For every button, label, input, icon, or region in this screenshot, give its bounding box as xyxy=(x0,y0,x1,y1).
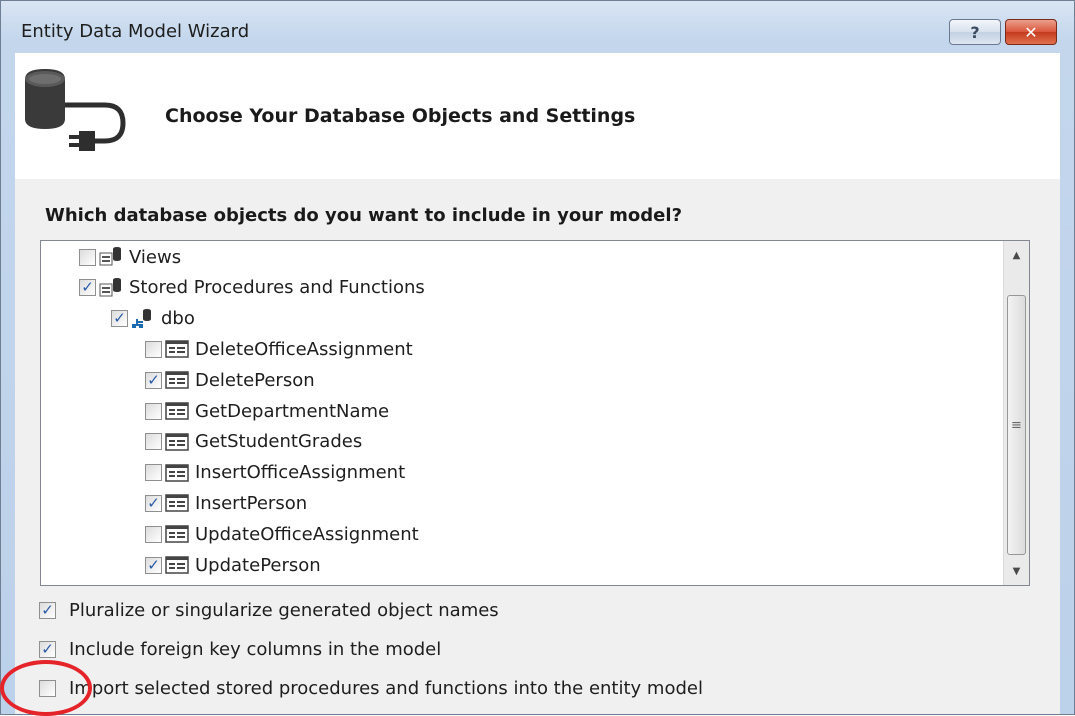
highlight-annotation xyxy=(0,660,92,716)
pluralize-option[interactable]: ✓ Pluralize or singularize generated obj… xyxy=(39,596,499,624)
foreign-keys-option[interactable]: ✓ Include foreign key columns in the mod… xyxy=(39,635,441,663)
tree-item[interactable]: ✓ DeletePerson xyxy=(145,366,315,394)
tree-item-checkbox[interactable] xyxy=(145,340,162,358)
window-title: Entity Data Model Wizard xyxy=(21,21,250,42)
foreign-keys-label: Include foreign key columns in the model xyxy=(69,638,442,660)
database-objects-tree[interactable]: Views ✓ Stored Procedures and Functions ✓ db… xyxy=(40,240,1030,586)
tree-item-checkbox[interactable] xyxy=(145,433,162,451)
close-button[interactable]: ✕ xyxy=(1005,19,1057,45)
database-connect-icon xyxy=(25,69,126,151)
tree-item-checkbox[interactable] xyxy=(145,525,162,543)
pluralize-label: Pluralize or singularize generated objec… xyxy=(69,599,499,621)
title-bar: Entity Data Model Wizard ? ✕ xyxy=(1,1,1074,53)
scroll-down-icon[interactable]: ▼ xyxy=(1004,559,1029,583)
tree-item-checkbox[interactable]: ✓ xyxy=(79,279,96,297)
schema-icon xyxy=(128,308,155,329)
import-procedures-label: Import selected stored procedures and fu… xyxy=(69,677,703,699)
tree-item-label: Views xyxy=(129,246,182,268)
tree-item-label: InsertPerson xyxy=(195,492,308,514)
tree-item-checkbox[interactable] xyxy=(79,248,96,266)
vertical-scrollbar[interactable]: ▲ ≡ ▼ xyxy=(1003,241,1029,585)
tree-item[interactable]: Views xyxy=(79,243,181,271)
tree-item-checkbox[interactable] xyxy=(145,464,162,482)
views-icon xyxy=(96,247,123,267)
tree-item[interactable]: ✓ dbo xyxy=(111,305,195,333)
procedure-icon xyxy=(162,493,189,513)
tree-item-checkbox[interactable]: ✓ xyxy=(145,371,162,389)
help-icon: ? xyxy=(970,22,980,42)
wizard-header: Choose Your Database Objects and Setting… xyxy=(15,53,1060,179)
close-icon: ✕ xyxy=(1024,22,1038,42)
tree-item[interactable]: GetStudentGrades xyxy=(145,428,362,456)
tree-item[interactable]: ✓ Stored Procedures and Functions xyxy=(79,274,425,302)
scrollbar-thumb[interactable]: ≡ xyxy=(1007,295,1026,555)
tree-item-checkbox[interactable] xyxy=(145,402,162,420)
tree-item-checkbox[interactable]: ✓ xyxy=(145,556,162,574)
procedure-icon xyxy=(162,432,189,452)
tree-item-label: UpdatePerson xyxy=(195,554,321,576)
procedure-icon xyxy=(162,524,189,544)
procedure-icon xyxy=(162,370,189,390)
tree-item[interactable]: UpdateOfficeAssignment xyxy=(145,520,419,548)
procedure-icon xyxy=(162,339,189,359)
pluralize-checkbox[interactable]: ✓ xyxy=(39,601,56,619)
help-button[interactable]: ? xyxy=(949,19,1001,45)
procedure-icon xyxy=(162,463,189,483)
foreign-keys-checkbox[interactable]: ✓ xyxy=(39,640,56,658)
tree-item-label: GetDepartmentName xyxy=(195,400,390,422)
tree-item-label: GetStudentGrades xyxy=(195,431,363,453)
tree-item-label: InsertOfficeAssignment xyxy=(195,462,406,484)
tree-item[interactable]: InsertOfficeAssignment xyxy=(145,459,405,487)
page-title: Choose Your Database Objects and Setting… xyxy=(165,105,636,127)
tree-item-checkbox[interactable]: ✓ xyxy=(111,310,128,328)
scroll-up-icon[interactable]: ▲ xyxy=(1004,243,1029,267)
stored-procedures-icon xyxy=(96,277,123,298)
import-procedures-option[interactable]: Import selected stored procedures and fu… xyxy=(39,674,703,702)
tree-item-checkbox[interactable]: ✓ xyxy=(145,494,162,512)
tree-item-label: DeleteOfficeAssignment xyxy=(195,338,413,360)
tree-item[interactable]: GetDepartmentName xyxy=(145,397,389,425)
wizard-content: Choose Your Database Objects and Setting… xyxy=(15,53,1060,714)
wizard-window: Entity Data Model Wizard ? ✕ Choose Your… xyxy=(0,0,1075,715)
tree-item[interactable]: DeleteOfficeAssignment xyxy=(145,335,413,363)
tree-item-label: Stored Procedures and Functions xyxy=(129,277,425,299)
tree-item-label: UpdateOfficeAssignment xyxy=(195,523,419,545)
procedure-icon xyxy=(162,401,189,421)
tree-item[interactable]: ✓ UpdatePerson xyxy=(145,551,321,579)
tree-item-label: DeletePerson xyxy=(195,369,315,391)
objects-question: Which database objects do you want to in… xyxy=(45,205,683,226)
procedure-icon xyxy=(162,555,189,575)
tree-item[interactable]: ✓ InsertPerson xyxy=(145,489,307,517)
tree-item-label: dbo xyxy=(161,308,195,330)
